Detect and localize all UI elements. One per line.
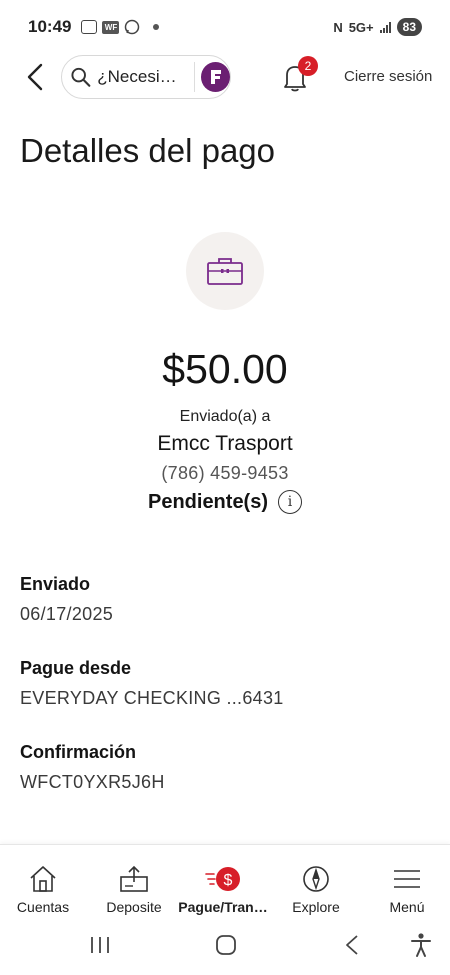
accessibility-button[interactable] [406,928,436,962]
nav-item-explore[interactable]: Explore [271,845,361,917]
status-label: Pendiente(s) [147,490,269,513]
search-icon [71,67,91,87]
briefcase-icon [207,258,243,285]
status-bar: 10:49 WF N 5G+ 83 [0,0,450,54]
system-back-button[interactable] [336,928,368,962]
payment-amount: $50.00 [162,346,288,392]
accessibility-icon [411,933,431,957]
deposit-icon [118,859,150,899]
detail-label: Confirmación [20,742,137,762]
nav-label: Pague/Tran… [178,899,268,915]
back-arrow-icon [346,935,358,955]
page-title: Detalles del pago [20,132,276,169]
more-notifications-icon [153,24,160,30]
status-time: 10:49 [28,17,72,36]
compass-icon [301,859,331,899]
search-placeholder: ¿Necesi… [97,67,177,86]
payee-phone: (786) 459-9453 [161,463,289,483]
detail-value: EVERYDAY CHECKING ...6431 [20,688,284,708]
status-notification-icons: WF [81,19,160,35]
nav-label: Explore [292,899,340,915]
home-icon [28,859,58,899]
network-type: 5G+ [348,19,374,35]
payment-type-badge [186,232,264,310]
app-header: ¿Necesi… 2 Cierre sesión [0,54,450,100]
sent-to-label: Enviado(a) a [179,408,271,425]
search-divider [194,62,196,92]
pay-transfer-icon: $ [203,859,243,899]
payment-status: Pendiente(s) i [0,490,450,514]
notification-badge: 2 [298,56,318,76]
status-system-icons: N 5G+ 83 [333,18,422,36]
recent-apps-button[interactable] [84,928,116,962]
nav-label: Deposite [106,899,162,915]
nav-item-menu[interactable]: Menú [362,845,450,917]
detail-label: Pague desde [20,658,132,678]
recent-apps-icon [91,937,109,953]
nav-label: Menú [389,899,425,915]
fargo-assistant-icon[interactable] [201,62,231,92]
battery-indicator: 83 [396,18,422,36]
nav-item-pague-transfiera[interactable]: $ Pague/Tran… [178,845,268,917]
svg-text:$: $ [224,872,233,889]
signal-icon [379,21,391,33]
detail-value: WFCT0YXR5J6H [20,772,165,792]
signout-link[interactable]: Cierre sesión [344,68,432,85]
back-button[interactable] [22,60,48,94]
nav-item-deposite[interactable]: Deposite [89,845,179,917]
search-field[interactable]: ¿Necesi… [61,55,231,99]
nfc-icon: N [333,19,343,35]
bottom-navigation: Cuentas Deposite $ Pague/Tran… Explore M… [0,844,450,916]
info-icon[interactable]: i [278,490,303,514]
home-circle-icon [216,935,236,955]
nav-item-cuentas[interactable]: Cuentas [0,845,88,917]
wells-fargo-notification-icon: WF [102,20,120,34]
menu-icon [392,859,422,899]
whatsapp-icon [125,19,140,35]
payee-name: Emcc Trasport [157,432,293,455]
screenshot-icon [81,20,98,34]
chevron-left-icon [27,63,43,91]
detail-value: 06/17/2025 [20,604,114,624]
detail-label: Enviado [20,574,91,594]
nav-label: Cuentas [16,899,70,915]
system-navigation-bar [0,916,450,975]
home-button[interactable] [210,928,242,962]
